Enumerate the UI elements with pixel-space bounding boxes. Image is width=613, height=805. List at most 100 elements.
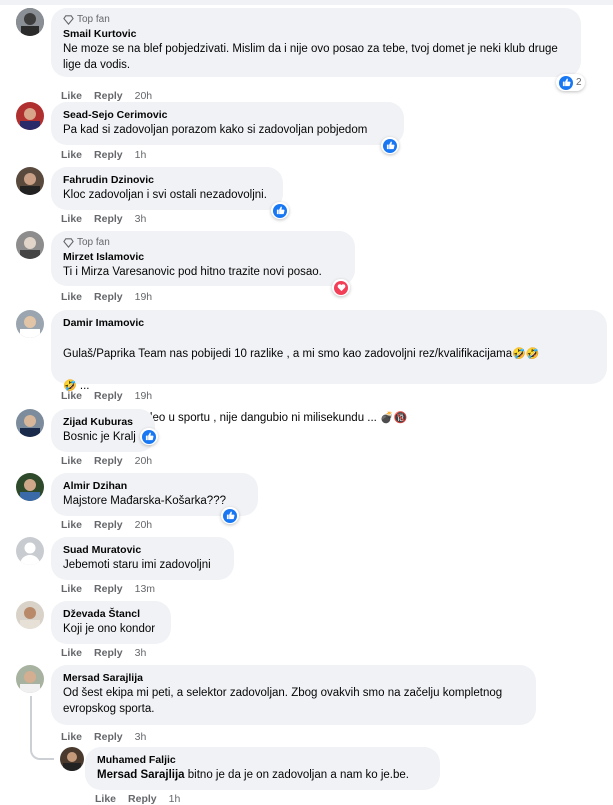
comment-actions: Like Reply 20h <box>61 455 152 467</box>
timestamp[interactable]: 20h <box>135 519 153 531</box>
avatar-image <box>16 231 44 259</box>
avatar[interactable] <box>16 409 44 437</box>
commenter-name[interactable]: Muhamed Faljic <box>97 753 428 767</box>
commenter-name[interactable]: Mirzet Islamovic <box>63 250 343 264</box>
bomb-emoji-icon: 💣 <box>380 412 394 424</box>
avatar[interactable] <box>16 473 44 501</box>
default-avatar-icon <box>16 537 44 565</box>
avatar[interactable] <box>16 8 44 36</box>
like-button[interactable]: Like <box>61 731 82 743</box>
comment-bubble: Suad Muratovic Jebemoti staru imi zadovo… <box>51 537 234 580</box>
avatar-image <box>16 167 44 195</box>
comment-text: Majstore Mađarska-Košarka??? <box>63 495 226 507</box>
avatar[interactable] <box>16 102 44 130</box>
reaction-count[interactable] <box>140 428 158 445</box>
comment-actions: Like Reply 13m <box>61 583 155 595</box>
timestamp[interactable]: 19h <box>135 291 153 303</box>
mention-link[interactable]: Mersad Sarajlija <box>97 769 185 781</box>
comment-actions: Like Reply 3h <box>61 647 146 659</box>
like-button[interactable]: Like <box>61 291 82 303</box>
top-fan-label: Top fan <box>77 237 110 248</box>
thread-connector <box>30 736 54 760</box>
avatar[interactable] <box>16 537 44 565</box>
commenter-name[interactable]: Mersad Sarajlija <box>63 671 524 685</box>
reply-button[interactable]: Reply <box>94 583 123 595</box>
commenter-name[interactable]: Zijad Kuburas <box>63 415 143 429</box>
no-under-18-emoji-icon: 🔞 <box>393 412 408 424</box>
commenter-name[interactable]: Sead-Sejo Cerimovic <box>63 108 392 122</box>
comment-actions: Like Reply 19h <box>61 390 152 402</box>
reaction-count[interactable] <box>381 137 399 154</box>
like-button[interactable]: Like <box>61 647 82 659</box>
comment-actions: Like Reply 3h <box>61 731 146 743</box>
comment-actions: Like Reply 20h <box>61 519 152 531</box>
commenter-name[interactable]: Almir Dzihan <box>63 479 246 493</box>
avatar[interactable] <box>16 665 44 693</box>
like-reaction-icon <box>559 75 573 90</box>
reaction-count[interactable] <box>332 279 350 296</box>
like-button[interactable]: Like <box>95 793 116 805</box>
commenter-name[interactable]: Damir Imamovic <box>63 316 595 330</box>
commenter-name[interactable]: Fahrudin Dzinovic <box>63 173 271 187</box>
top-fan-badge: Top fan <box>63 14 569 25</box>
like-reaction-icon <box>142 429 156 444</box>
timestamp[interactable]: 20h <box>135 455 153 467</box>
avatar[interactable] <box>16 310 44 338</box>
comment-bubble: Zijad Kuburas Bosnic je Kralj <box>51 409 155 452</box>
reply-button[interactable]: Reply <box>94 291 123 303</box>
commenter-name[interactable]: Dževada Štancl <box>63 607 159 621</box>
avatar-image <box>16 601 44 629</box>
commenter-name[interactable]: Suad Muratovic <box>63 543 222 557</box>
reply-button[interactable]: Reply <box>94 519 123 531</box>
timestamp[interactable]: 3h <box>135 647 147 659</box>
timestamp[interactable]: 1h <box>135 149 147 161</box>
reply-button[interactable]: Reply <box>94 647 123 659</box>
reply-button[interactable]: Reply <box>94 390 123 402</box>
comment-actions: Like Reply 20h <box>61 90 152 102</box>
comment-text: Ne moze se na blef pobjedzivati. Mislim … <box>63 43 558 71</box>
like-reaction-icon <box>223 508 237 523</box>
comment-text-body: bitno je da je on zadovoljan a nam ko je… <box>184 769 409 781</box>
timestamp[interactable]: 13m <box>135 583 155 595</box>
reaction-count[interactable] <box>221 507 239 524</box>
reply-button[interactable]: Reply <box>94 90 123 102</box>
timestamp[interactable]: 1h <box>169 793 181 805</box>
like-reaction-icon <box>383 138 397 153</box>
like-button[interactable]: Like <box>61 90 82 102</box>
reply-button[interactable]: Reply <box>94 213 123 225</box>
reaction-count[interactable]: 2 <box>556 74 585 91</box>
comment-text: Ti i Mirza Varesanovic pod hitno trazite… <box>63 266 322 278</box>
top-divider <box>0 0 613 5</box>
timestamp[interactable]: 3h <box>135 731 147 743</box>
comment-text: Bosnic je Kralj <box>63 431 136 443</box>
avatar[interactable] <box>16 231 44 259</box>
comment-text-line: Gulaš/Paprika Team nas pobijedi 10 razli… <box>63 348 513 360</box>
like-button[interactable]: Like <box>61 149 82 161</box>
reply-button[interactable]: Reply <box>94 149 123 161</box>
timestamp[interactable]: 19h <box>135 390 153 402</box>
timestamp[interactable]: 20h <box>135 90 153 102</box>
like-button[interactable]: Like <box>61 390 82 402</box>
like-reaction-icon <box>273 203 287 218</box>
reply-button[interactable]: Reply <box>94 455 123 467</box>
like-button[interactable]: Like <box>61 213 82 225</box>
reaction-count[interactable] <box>271 202 289 219</box>
thread-line <box>30 696 32 736</box>
commenter-name[interactable]: Smail Kurtovic <box>63 27 569 41</box>
comment-text: Mersad Sarajlija bitno je da je on zadov… <box>97 767 428 783</box>
comment-bubble: Dževada Štancl Koji je ono kondor <box>51 601 171 644</box>
reply-button[interactable]: Reply <box>128 793 157 805</box>
reply-button[interactable]: Reply <box>94 731 123 743</box>
comment-bubble: Fahrudin Dzinovic Kloc zadovoljan i svi … <box>51 167 283 210</box>
timestamp[interactable]: 3h <box>135 213 147 225</box>
avatar[interactable] <box>16 601 44 629</box>
avatar-image <box>16 310 44 338</box>
like-button[interactable]: Like <box>61 519 82 531</box>
avatar[interactable] <box>16 167 44 195</box>
comment-bubble: Muhamed Faljic Mersad Sarajlija bitno je… <box>85 747 440 790</box>
like-button[interactable]: Like <box>61 455 82 467</box>
avatar[interactable] <box>60 747 84 771</box>
like-button[interactable]: Like <box>61 583 82 595</box>
heart-reaction-icon <box>334 280 348 295</box>
comment-text: Jebemoti staru imi zadovoljni <box>63 559 211 571</box>
